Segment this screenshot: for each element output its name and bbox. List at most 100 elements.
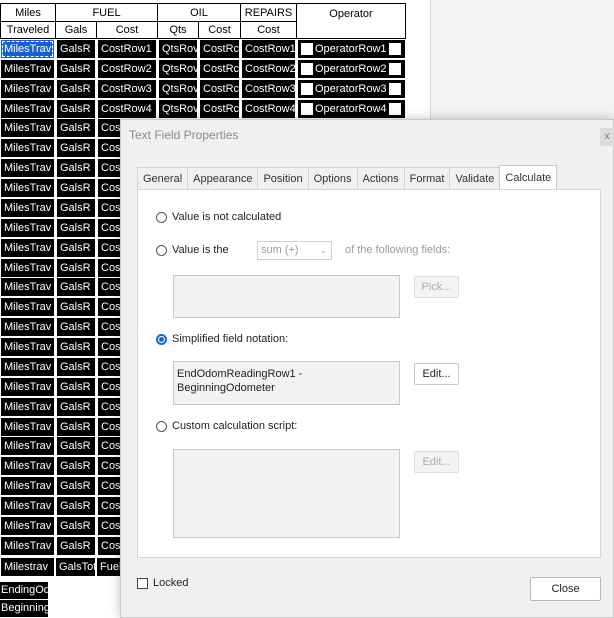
fuel-gals-field[interactable]: GalsR [57,497,95,515]
fuel-gals-field[interactable]: GalsR [57,397,95,416]
fuel-gals-field[interactable]: GalsR [57,99,95,118]
miles-traveled-field[interactable]: MilesTrav [1,59,54,78]
fuel-gals-field[interactable]: GalsR [57,238,95,257]
miles-traveled-field[interactable]: MilesTrav [1,99,54,118]
repairs-cost-field[interactable]: CostRow3 [242,79,295,98]
fuel-gals-field[interactable]: GalsR [57,139,95,158]
miles-traveled-field[interactable]: MilesTrav [1,218,54,237]
miles-traveled-field[interactable]: MilesTrav [1,179,54,198]
miles-traveled-field[interactable]: MilesTrav [1,79,54,98]
fuel-cost-field[interactable]: CostRow2 [98,59,156,78]
operator-checkbox[interactable] [301,62,313,75]
fuel-cost-field[interactable]: CostRow3 [98,79,156,98]
radio-simplified[interactable] [156,334,167,345]
miles-traveled-field[interactable]: MilesTrav [1,119,54,138]
tab-format[interactable]: Format [403,167,451,190]
fuel-gals-field[interactable]: GalsR [57,516,95,535]
fuel-gals-field[interactable]: GalsR [57,318,95,337]
miles-traveled-field[interactable]: MilesTrav [1,298,54,317]
beginning-odometer-field[interactable]: Beginning [0,600,48,617]
oil-qts-field[interactable]: QtsRov [159,79,197,98]
miles-traveled-field[interactable]: MilesTrav [1,318,54,337]
fuel-gals-field[interactable]: GalsR [57,258,95,277]
fuel-gals-field[interactable]: GalsR [57,40,95,58]
miles-traveled-field[interactable]: MilesTrav [1,497,54,515]
radio-not-calculated[interactable] [156,212,167,223]
gals-total-field[interactable]: GalsTot [56,557,95,576]
repairs-cost-field[interactable]: CostRow2 [242,59,295,78]
operator-checkbox[interactable] [301,102,313,115]
repairs-cost-field[interactable]: CostRow1 [242,40,295,58]
miles-traveled-field[interactable]: MilesTrav [1,457,54,476]
fuel-gals-field[interactable]: GalsR [57,338,95,357]
fuel-cost-field[interactable]: CostRow1 [98,40,156,58]
tab-position[interactable]: Position [257,167,309,190]
fuel-gals-field[interactable]: GalsR [57,198,95,217]
miles-traveled-field[interactable]: MilesTrav [1,159,54,178]
operator-checkbox[interactable] [301,43,313,55]
fuel-gals-field[interactable]: GalsR [57,278,95,297]
custom-script-box[interactable] [173,449,400,538]
miles-traveled-field[interactable]: MilesTrav [1,536,54,555]
miles-traveled-field[interactable]: MilesTrav [1,258,54,277]
oil-qts-field[interactable]: QtsRov [159,99,197,118]
fuel-gals-field[interactable]: GalsR [57,119,95,138]
oil-cost-field[interactable]: CostRc [200,59,239,78]
function-select[interactable]: sum (+) ⌄ [257,241,332,260]
ending-odometer-field[interactable]: EndingOd [0,582,48,599]
miles-traveled-field[interactable]: MilesTrav [1,357,54,376]
fuel-cost-field[interactable]: CostRow4 [98,99,156,118]
tab-validate[interactable]: Validate [449,167,501,190]
miles-traveled-field[interactable]: MilesTrav [1,338,54,357]
fuel-gals-field[interactable]: GalsR [57,218,95,237]
oil-qts-field[interactable]: QtsRov [159,40,197,58]
close-icon[interactable]: x [600,128,614,146]
operator-checkbox[interactable] [389,43,401,55]
simplified-notation-box[interactable]: EndOdomReadingRow1 - BeginningOdometer [173,361,400,405]
radio-value-is[interactable] [156,245,167,256]
miles-total-field[interactable]: Milestrav [1,557,54,576]
fuel-gals-field[interactable]: GalsR [57,159,95,178]
locked-checkbox[interactable] [137,578,148,589]
oil-cost-field[interactable]: CostRc [200,40,239,58]
tab-options[interactable]: Options [307,167,358,190]
repairs-cost-field[interactable]: CostRow4 [242,99,295,118]
oil-cost-field[interactable]: CostRc [200,79,239,98]
fuel-gals-field[interactable]: GalsR [57,457,95,476]
fuel-gals-field[interactable]: GalsR [57,437,95,456]
miles-traveled-field[interactable]: MilesTrav [1,437,54,456]
miles-traveled-field[interactable]: MilesTrav [1,397,54,416]
tab-general[interactable]: General [137,167,189,190]
tab-calculate[interactable]: Calculate [499,165,558,190]
miles-traveled-field[interactable]: MilesTrav [1,516,54,535]
miles-traveled-field[interactable]: MilesTrav [1,40,54,58]
operator-checkbox[interactable] [389,82,401,95]
fuel-gals-field[interactable]: GalsR [57,536,95,555]
tab-appearance[interactable]: Appearance [187,167,259,190]
edit-simplified-button[interactable]: Edit... [414,363,459,385]
fuel-gals-field[interactable]: GalsR [57,79,95,98]
fuel-gals-field[interactable]: GalsR [57,59,95,78]
fuel-gals-field[interactable]: GalsR [57,357,95,376]
radio-custom-script[interactable] [156,421,167,432]
operator-checkbox[interactable] [301,82,313,95]
pick-button[interactable]: Pick... [414,276,459,298]
close-button[interactable]: Close [530,577,601,601]
miles-traveled-field[interactable]: MilesTrav [1,238,54,257]
miles-traveled-field[interactable]: MilesTrav [1,477,54,496]
fuel-gals-field[interactable]: GalsR [57,477,95,496]
miles-traveled-field[interactable]: MilesTrav [1,198,54,217]
edit-script-button[interactable]: Edit... [414,451,459,473]
fuel-gals-field[interactable]: GalsR [57,417,95,436]
miles-traveled-field[interactable]: MilesTrav [1,278,54,297]
fuel-gals-field[interactable]: GalsR [57,179,95,198]
fuel-gals-field[interactable]: GalsR [57,377,95,396]
tab-actions[interactable]: Actions [356,167,405,190]
miles-traveled-field[interactable]: MilesTrav [1,377,54,396]
operator-checkbox[interactable] [389,102,401,115]
miles-traveled-field[interactable]: MilesTrav [1,417,54,436]
miles-traveled-field[interactable]: MilesTrav [1,139,54,158]
fuel-gals-field[interactable]: GalsR [57,298,95,317]
operator-checkbox[interactable] [389,62,401,75]
oil-cost-field[interactable]: CostRc [200,99,239,118]
